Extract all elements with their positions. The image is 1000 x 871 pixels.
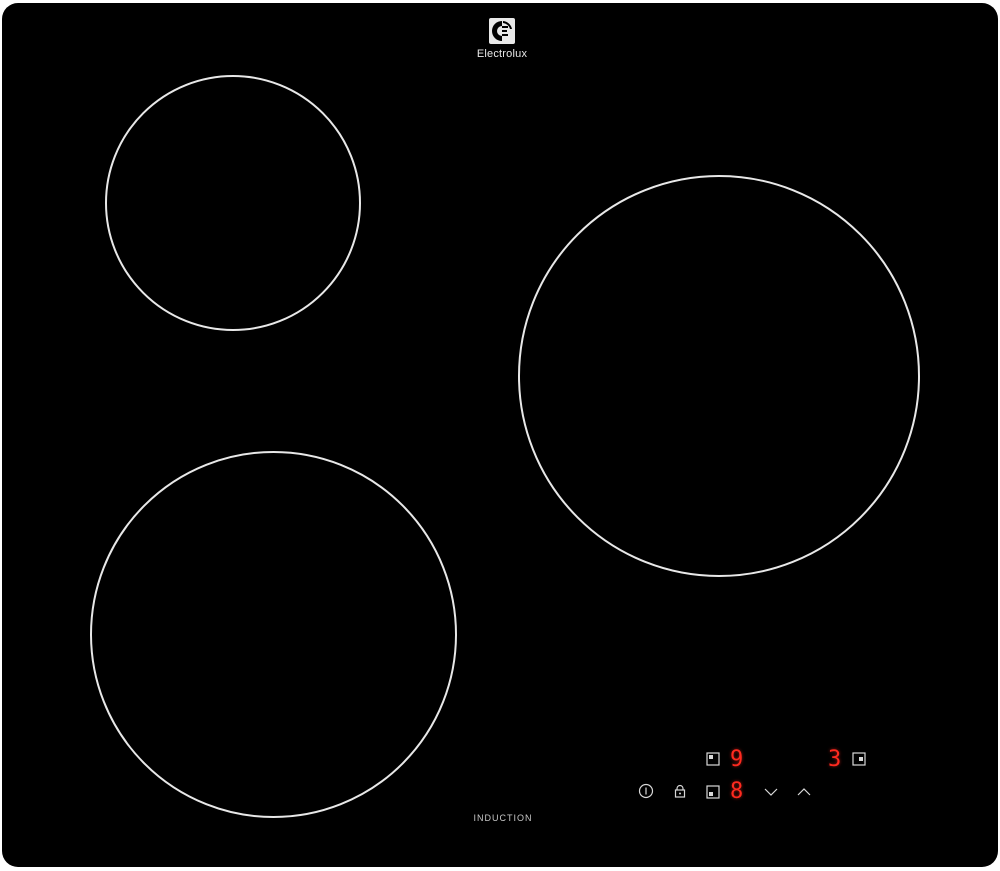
chevron-up-icon (797, 788, 811, 796)
zone-select-icon (852, 752, 866, 766)
increase-power-button[interactable] (795, 783, 813, 801)
cooking-zone-right (518, 175, 920, 577)
brand-name: Electrolux (476, 48, 528, 60)
induction-label: INDUCTION (473, 813, 533, 823)
power-level-display-rear-right: 3 (828, 747, 842, 772)
zone-select-front-left-button[interactable] (705, 784, 721, 800)
decrease-power-button[interactable] (762, 783, 780, 801)
power-level-display-rear-left: 9 (730, 747, 744, 772)
lock-icon (674, 784, 686, 798)
lock-button[interactable] (671, 782, 689, 800)
power-icon (638, 783, 654, 799)
zone-select-rear-right-button[interactable] (851, 751, 867, 767)
induction-hob: Electrolux INDUCTION 9 3 8 (2, 3, 998, 867)
zone-select-icon (706, 785, 720, 799)
cooking-zone-top-left (105, 75, 361, 331)
power-level-display-front-left: 8 (730, 779, 744, 804)
chevron-down-icon (764, 788, 778, 796)
brand: Electrolux (462, 17, 542, 60)
electrolux-logo-icon (489, 18, 515, 44)
power-button[interactable] (637, 782, 655, 800)
cooking-zone-bottom-left (90, 451, 457, 818)
zone-select-rear-left-button[interactable] (705, 751, 721, 767)
zone-select-icon (706, 752, 720, 766)
